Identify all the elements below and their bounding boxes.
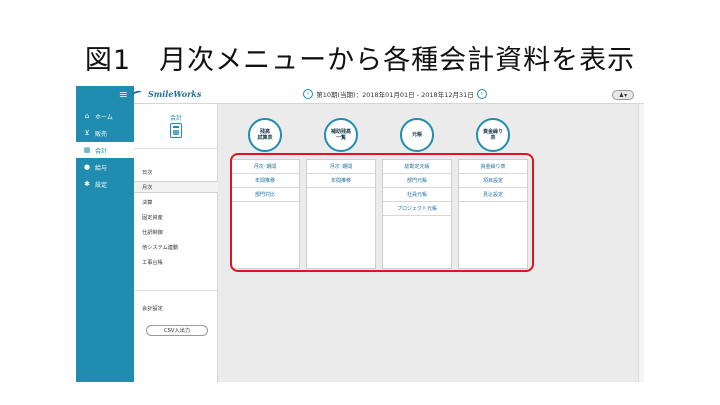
gear-icon: ✱ — [84, 180, 90, 188]
nav-item-money-bag[interactable]: ● 給与 — [76, 159, 134, 175]
menu-icon[interactable]: ≡ — [119, 89, 128, 100]
brand-logo-icon — [131, 89, 143, 99]
category-button[interactable]: 残高 試算表 — [248, 118, 282, 152]
sidebar-item[interactable]: 仕訳制御 — [134, 226, 218, 238]
csv-import-export-button[interactable]: CSV入出力 — [146, 325, 208, 336]
sidebar-item[interactable]: 固定資産 — [134, 211, 218, 223]
nav-item-label: 設定 — [95, 181, 108, 189]
period-text: 第10期(当期)：2018年01月01日 - 2018年12月31日 — [316, 91, 474, 99]
header-bar: SmileWorks ‹ 第10期(当期)：2018年01月01日 - 2018… — [131, 86, 644, 104]
slide-title: 図1 月次メニューから各種会計資料を表示 — [84, 45, 636, 76]
divider — [134, 148, 218, 149]
nav-item-home[interactable]: ⌂ ホーム — [76, 108, 134, 124]
home-icon: ⌂ — [84, 112, 90, 120]
scrollbar[interactable] — [638, 104, 644, 382]
sidebar-item[interactable]: 決算 — [134, 196, 218, 208]
sidebar-item-accounting-settings[interactable]: 会計設定 — [134, 302, 218, 314]
main-nav: ≡ ⌂ ホーム ⊻ 販売 ▦ 会計 ● 給与 ✱ 設定 — [76, 86, 134, 382]
brand-logo[interactable]: SmileWorks — [148, 89, 201, 99]
money-bag-icon: ● — [83, 163, 91, 171]
nav-item-label: 販売 — [95, 130, 108, 138]
user-menu-button[interactable]: ♟▾ — [612, 90, 634, 100]
category-button[interactable]: 資金繰り 表 — [476, 118, 510, 152]
sidebar-item[interactable]: 月次 — [134, 181, 218, 193]
sidebar-item[interactable]: 工事台帳 — [134, 256, 218, 268]
period-selector: ‹ 第10期(当期)：2018年01月01日 - 2018年12月31日 › — [230, 89, 560, 99]
sidebar-item[interactable]: 日次 — [134, 166, 218, 178]
nav-item-label: ホーム — [95, 113, 113, 121]
nav-item-gear[interactable]: ✱ 設定 — [76, 176, 134, 192]
nav-item-cart[interactable]: ⊻ 販売 — [76, 125, 134, 141]
cart-icon: ⊻ — [84, 129, 90, 137]
calculator-icon: ▦ — [83, 146, 91, 154]
calculator-icon — [170, 123, 182, 138]
divider — [134, 290, 218, 291]
nav-item-calculator[interactable]: ▦ 会計 — [76, 142, 134, 158]
category-button[interactable]: 補助残高 一覧 — [324, 118, 358, 152]
nav-item-label: 給与 — [95, 164, 108, 172]
sidebar-title: 会計 — [169, 115, 182, 122]
sidebar-item[interactable]: 他システム連動 — [134, 241, 218, 253]
accounting-sidebar: 会計 日次月次決算固定資産仕訳制御他システム連動 工事台帳 会計設定 CSV入出力 — [134, 104, 218, 382]
highlight-frame — [230, 153, 534, 272]
nav-item-label: 会計 — [95, 147, 108, 155]
category-button[interactable]: 元帳 — [400, 118, 434, 152]
prev-period-button[interactable]: ‹ — [303, 89, 314, 99]
next-period-button[interactable]: › — [476, 89, 487, 99]
